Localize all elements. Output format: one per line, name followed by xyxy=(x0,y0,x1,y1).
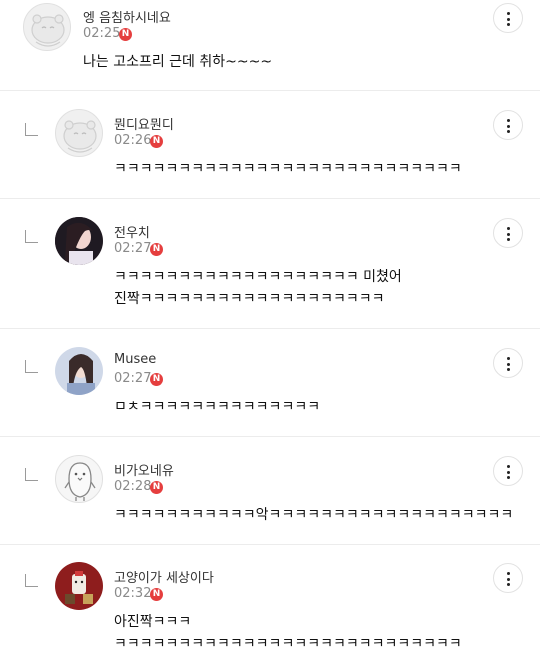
avatar[interactable] xyxy=(55,347,103,395)
comment-text: ㅋㅋㅋㅋㅋㅋㅋㅋㅋㅋㅋㅋㅋㅋㅋㅋㅋㅋㅋ 미쳤어 xyxy=(114,269,402,285)
nickname[interactable]: 고양이가 세상이다 xyxy=(114,567,214,586)
comment-text: 아진짝ㅋㅋㅋ xyxy=(114,614,192,630)
comment-text: ㅋㅋㅋㅋㅋㅋㅋㅋㅋㅋㅋㅋㅋㅋㅋㅋㅋㅋㅋㅋㅋㅋㅋㅋㅋㅋㅋ xyxy=(114,636,462,652)
new-badge-icon: N xyxy=(150,243,163,256)
timestamp: 02:28 xyxy=(114,479,152,494)
reply-arrow-icon xyxy=(25,230,38,243)
comment-text: ㅁㅊㅋㅋㅋㅋㅋㅋㅋㅋㅋㅋㅋㅋㅋㅋ xyxy=(114,399,321,415)
comment-text: ㅋㅋㅋㅋㅋㅋㅋㅋㅋㅋㅋ악ㅋㅋㅋㅋㅋㅋㅋㅋㅋㅋㅋㅋㅋㅋㅋㅋㅋㅋㅋ xyxy=(114,507,514,523)
penguin-avatar-icon xyxy=(64,462,96,501)
comment-text: 진짝ㅋㅋㅋㅋㅋㅋㅋㅋㅋㅋㅋㅋㅋㅋㅋㅋㅋㅋㅋ xyxy=(114,291,385,307)
comment-text: ㅋㅋㅋㅋㅋㅋㅋㅋㅋㅋㅋㅋㅋㅋㅋㅋㅋㅋㅋㅋㅋㅋㅋㅋㅋㅋㅋ xyxy=(114,161,462,177)
new-badge-icon: N xyxy=(150,373,163,386)
reply-arrow-icon xyxy=(25,468,38,481)
more-button[interactable] xyxy=(493,3,523,33)
more-button[interactable] xyxy=(493,218,523,248)
photo-avatar-icon xyxy=(55,347,103,395)
avatar[interactable] xyxy=(23,3,71,51)
cat-figure-avatar-icon xyxy=(55,562,103,610)
nickname[interactable]: 엥 음침하시네요 xyxy=(83,7,171,26)
more-vertical-icon xyxy=(507,357,510,371)
nickname[interactable]: 전우치 xyxy=(114,222,150,241)
avatar[interactable] xyxy=(55,562,103,610)
comment-text: 나는 고소프리 근데 취하~~~~ xyxy=(83,54,273,70)
bear-avatar-icon xyxy=(31,14,65,47)
more-button[interactable] xyxy=(493,563,523,593)
more-vertical-icon xyxy=(507,465,510,479)
more-button[interactable] xyxy=(493,110,523,140)
comment-item: 고양이가 세상이다 02:32 N 아진짝ㅋㅋㅋ ㅋㅋㅋㅋㅋㅋㅋㅋㅋㅋㅋㅋㅋㅋㅋ… xyxy=(0,545,540,668)
comment-item: 엥 음침하시네요 02:25 N 나는 고소프리 근데 취하~~~~ xyxy=(0,0,540,91)
reply-arrow-icon xyxy=(25,123,38,136)
more-vertical-icon xyxy=(507,227,510,241)
more-vertical-icon xyxy=(507,119,510,133)
more-button[interactable] xyxy=(493,456,523,486)
nickname[interactable]: 비가오네유 xyxy=(114,460,174,479)
nickname[interactable]: 뭔디요뭔디 xyxy=(114,114,174,133)
timestamp: 02:27 xyxy=(114,241,152,256)
photo-avatar-icon xyxy=(55,217,103,265)
nickname[interactable]: Musee xyxy=(114,352,156,367)
new-badge-icon: N xyxy=(150,588,163,601)
reply-arrow-icon xyxy=(25,574,38,587)
more-vertical-icon xyxy=(507,12,510,26)
timestamp: 02:25 xyxy=(83,26,121,41)
avatar[interactable] xyxy=(55,455,103,503)
comment-item: 전우치 02:27 N ㅋㅋㅋㅋㅋㅋㅋㅋㅋㅋㅋㅋㅋㅋㅋㅋㅋㅋㅋ 미쳤어 진짝ㅋㅋ… xyxy=(0,199,540,329)
new-badge-icon: N xyxy=(150,135,163,148)
timestamp: 02:27 xyxy=(114,371,152,386)
more-button[interactable] xyxy=(493,348,523,378)
avatar[interactable] xyxy=(55,109,103,157)
timestamp: 02:32 xyxy=(114,586,152,601)
comment-item: 뭔디요뭔디 02:26 N ㅋㅋㅋㅋㅋㅋㅋㅋㅋㅋㅋㅋㅋㅋㅋㅋㅋㅋㅋㅋㅋㅋㅋㅋㅋㅋ… xyxy=(0,91,540,199)
avatar[interactable] xyxy=(55,217,103,265)
reply-arrow-icon xyxy=(25,360,38,373)
more-vertical-icon xyxy=(507,572,510,586)
new-badge-icon: N xyxy=(119,28,132,41)
new-badge-icon: N xyxy=(150,481,163,494)
comment-item: Musee 02:27 N ㅁㅊㅋㅋㅋㅋㅋㅋㅋㅋㅋㅋㅋㅋㅋㅋ xyxy=(0,329,540,437)
bear-avatar-icon xyxy=(63,120,97,153)
comment-item: 비가오네유 02:28 N ㅋㅋㅋㅋㅋㅋㅋㅋㅋㅋㅋ악ㅋㅋㅋㅋㅋㅋㅋㅋㅋㅋㅋㅋㅋㅋ… xyxy=(0,437,540,545)
timestamp: 02:26 xyxy=(114,133,152,148)
